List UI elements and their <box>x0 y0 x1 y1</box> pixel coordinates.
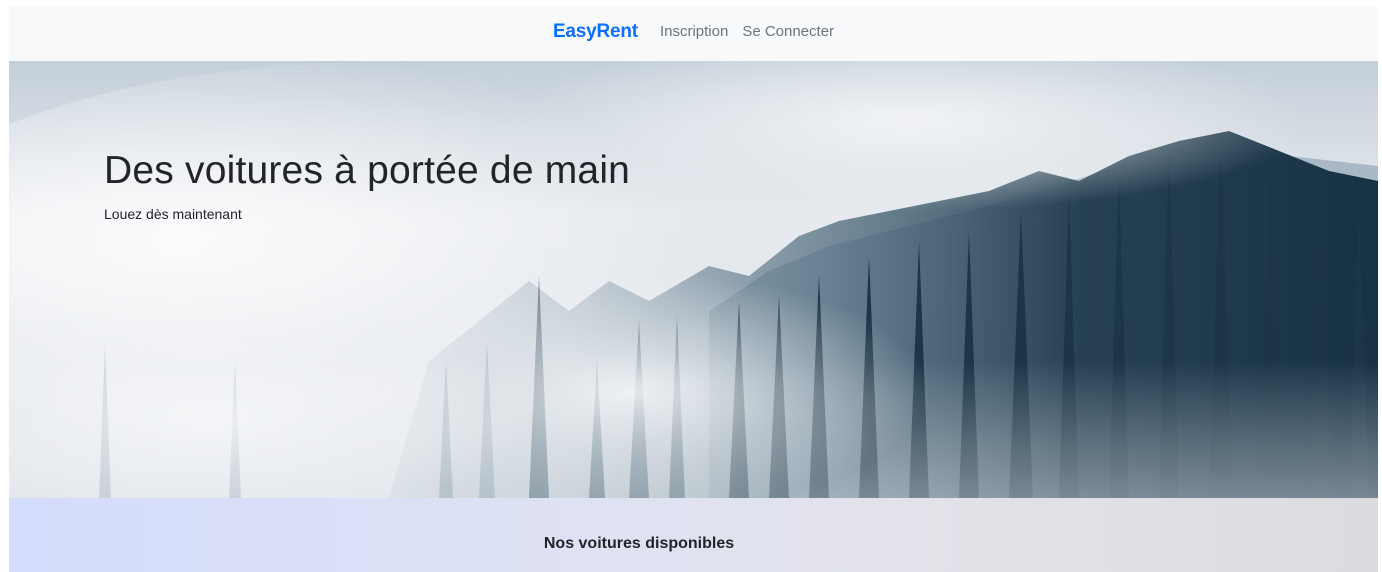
section-title: Nos voitures disponibles <box>543 535 735 552</box>
hero-title: Des voitures à portée de main <box>104 149 631 192</box>
nav-link-se-connecter[interactable]: Se Connecter <box>742 23 834 40</box>
hero-forest-image <box>9 61 1378 498</box>
page: EasyRent Inscription Se Connecter Des vo… <box>9 6 1378 572</box>
navbar: EasyRent Inscription Se Connecter <box>9 6 1378 61</box>
brand-logo-link[interactable]: EasyRent <box>553 21 638 43</box>
hero-subtitle: Louez dès maintenant <box>104 206 242 222</box>
nav-link-inscription[interactable]: Inscription <box>660 23 728 40</box>
hero-banner: Des voitures à portée de main Louez dès … <box>9 61 1378 498</box>
available-cars-section: Nos voitures disponibles <box>9 498 1378 572</box>
navbar-content: EasyRent Inscription Se Connecter <box>553 21 834 43</box>
